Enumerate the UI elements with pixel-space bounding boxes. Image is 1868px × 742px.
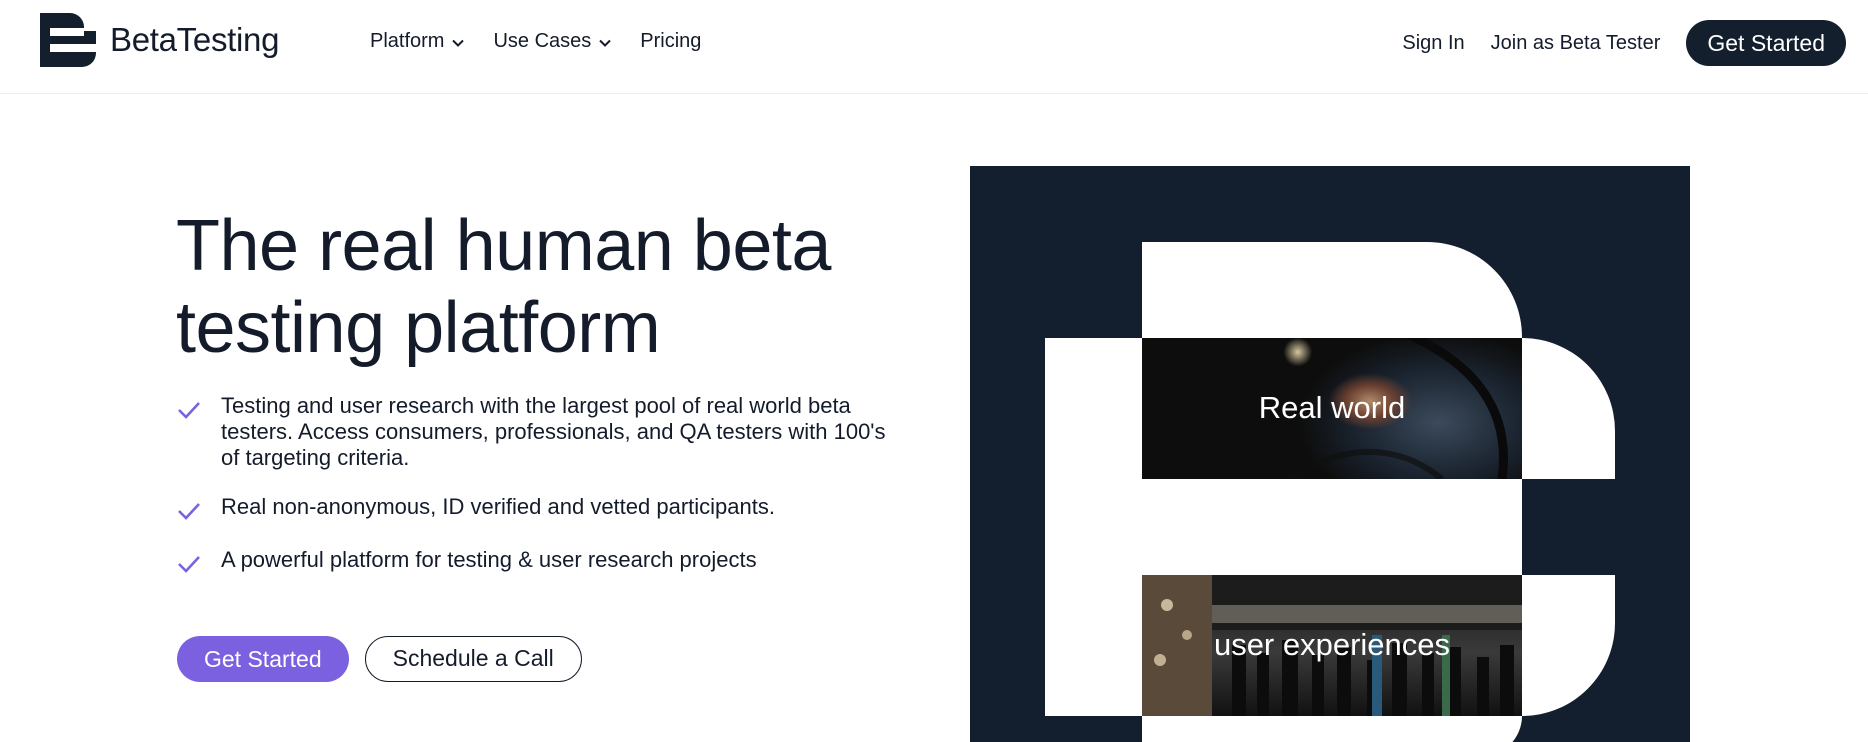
feature-text: Real non-anonymous, ID verified and vett…	[221, 494, 775, 519]
brand-logo[interactable]: BetaTesting	[40, 13, 279, 67]
nav-pricing-label: Pricing	[640, 30, 702, 52]
nav-platform-label: Platform	[370, 30, 445, 52]
check-icon	[178, 556, 200, 573]
chevron-down-icon	[599, 39, 611, 47]
nav-platform[interactable]: Platform	[370, 30, 465, 53]
feature-item: Real non-anonymous, ID verified and vett…	[176, 494, 896, 524]
hero-title-line-1: The real human beta	[176, 206, 831, 286]
check-icon	[178, 503, 200, 520]
join-beta-tester-link[interactable]: Join as Beta Tester	[1491, 32, 1661, 55]
main-nav: Platform Use Cases Pricing	[370, 30, 729, 53]
photo-user-experiences: user experiences	[1142, 575, 1522, 716]
photo-real-world-label: Real world	[1258, 390, 1406, 425]
sign-in-link[interactable]: Sign In	[1402, 32, 1464, 55]
chevron-down-icon	[452, 39, 465, 47]
betatesting-logo-icon	[40, 13, 96, 67]
hero-graphic: Real world user experiences	[970, 166, 1690, 742]
header-get-started-button[interactable]: Get Started	[1686, 20, 1846, 66]
hero-get-started-button[interactable]: Get Started	[177, 636, 349, 682]
graphic-shape-middle	[1142, 479, 1522, 575]
nav-pricing[interactable]: Pricing	[640, 30, 701, 53]
hero-title: The real human beta testing platform	[176, 205, 936, 369]
graphic-shape-right-lower	[1522, 575, 1615, 716]
graphic-shape-right-upper	[1522, 338, 1615, 479]
site-header: BetaTesting Platform Use Cases Pricing S…	[0, 0, 1868, 94]
feature-list: Testing and user research with the large…	[176, 393, 896, 600]
schedule-call-button[interactable]: Schedule a Call	[364, 636, 582, 682]
feature-text: A powerful platform for testing & user r…	[221, 547, 757, 572]
graphic-gap-dark	[1522, 479, 1615, 575]
graphic-shape-left	[1045, 338, 1142, 716]
photo-user-experiences-label: user experiences	[1213, 627, 1451, 662]
header-actions: Sign In Join as Beta Tester Get Started	[1402, 20, 1846, 66]
graphic-shape-bottom	[1142, 716, 1522, 742]
nav-use-cases-label: Use Cases	[493, 30, 592, 52]
feature-item: A powerful platform for testing & user r…	[176, 547, 896, 577]
check-icon	[178, 402, 200, 419]
nav-use-cases[interactable]: Use Cases	[493, 30, 612, 53]
brand-name: BetaTesting	[110, 21, 280, 58]
feature-text: Testing and user research with the large…	[221, 393, 886, 470]
feature-item: Testing and user research with the large…	[176, 393, 896, 471]
hero-cta-group: Get Started Schedule a Call	[177, 636, 582, 682]
hero-title-line-2: testing platform	[176, 288, 661, 368]
photo-real-world: Real world	[1142, 338, 1522, 479]
